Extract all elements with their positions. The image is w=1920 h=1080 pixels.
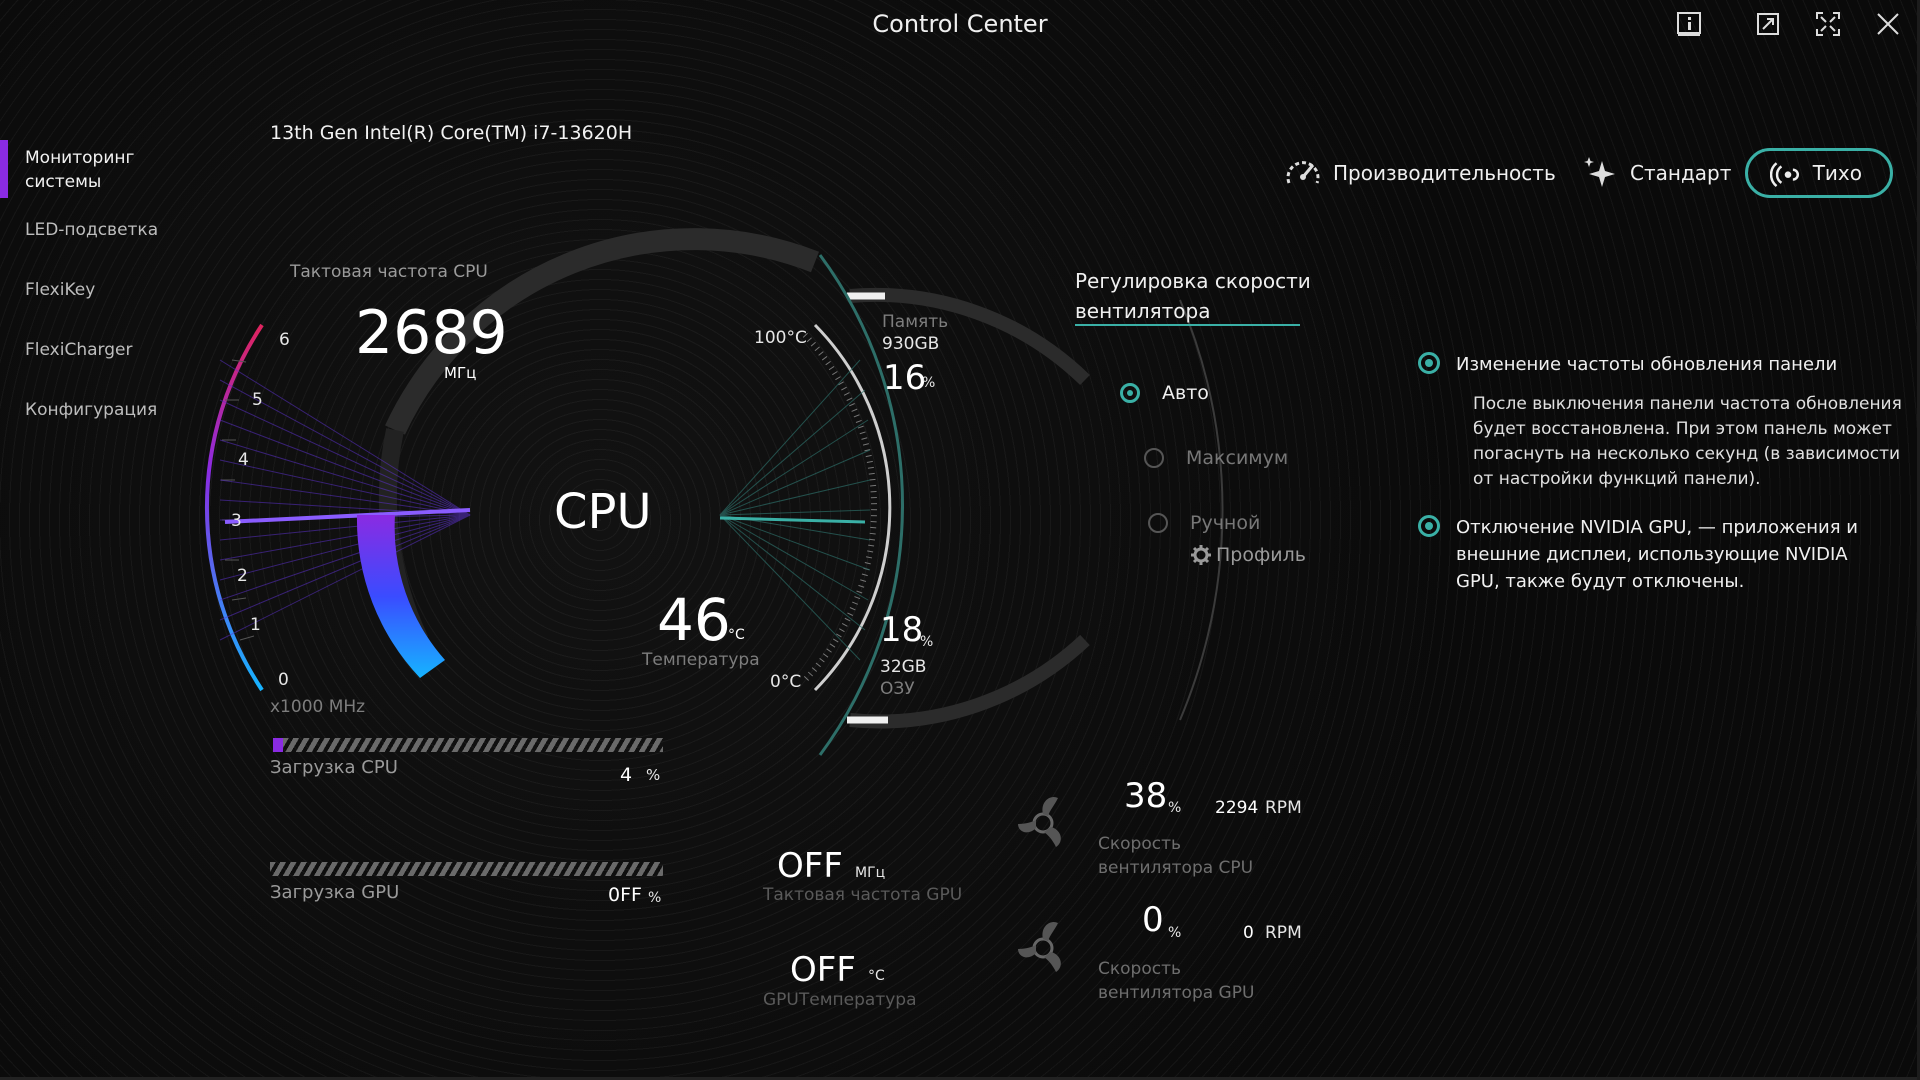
- fan-option-manual-label: Ручной: [1190, 512, 1261, 534]
- cpu-clock-fill: [356, 515, 445, 678]
- fan-profile-label: Профиль: [1216, 544, 1306, 566]
- gear-icon: [1191, 545, 1211, 565]
- memory-size: 930GB: [882, 334, 940, 354]
- cpu-fan-icon: [1018, 796, 1061, 847]
- memory-percent: 16: [883, 358, 927, 398]
- nvidia-gpu-option-title[interactable]: Отключение NVIDIA GPU, — приложения и вн…: [1456, 514, 1896, 595]
- cpu-load-label: Загрузка CPU: [270, 757, 398, 778]
- cpu-center-label: CPU: [554, 484, 652, 540]
- fan-option-auto-radio[interactable]: [1120, 383, 1140, 403]
- refresh-rate-option-title[interactable]: Изменение частоты обновления панели: [1456, 351, 1896, 378]
- scale-tick-2: 2: [237, 566, 248, 586]
- gpu-load-bar: [270, 862, 663, 876]
- gpu-temp-label: GPUТемпература: [763, 990, 917, 1010]
- cpu-clock-value: 2689: [355, 298, 508, 368]
- fan-option-auto[interactable]: Авто: [1120, 382, 1209, 404]
- temp-needle: [719, 516, 866, 524]
- gpu-load-value: 0FF: [608, 884, 642, 906]
- fan-control-title-underline: [1075, 324, 1300, 326]
- cpu-clock-label: Тактовая частота CPU: [290, 262, 488, 282]
- cpu-fan-label-line2: вентилятора CPU: [1098, 858, 1254, 878]
- gpu-load-unit: %: [648, 890, 662, 906]
- memory-percent-unit: %: [922, 375, 936, 391]
- scale-tick-5: 5: [252, 390, 263, 410]
- cpu-load-bar: [283, 738, 663, 752]
- cpu-load-fill: [273, 738, 283, 752]
- gpu-fan-icon: [1018, 921, 1061, 972]
- scale-tick-3: 3: [231, 511, 242, 531]
- ram-size: 32GB: [880, 657, 927, 677]
- ram-percent: 18: [880, 610, 924, 650]
- cpu-load-value: 4: [620, 764, 633, 786]
- refresh-rate-option-radio[interactable]: [1418, 352, 1440, 374]
- cpu-clock-unit: МГц: [444, 364, 477, 382]
- temp-scale-dots: [802, 332, 877, 683]
- memory-label: Память: [882, 312, 949, 332]
- scale-tick-1: 1: [250, 615, 261, 635]
- fan-profile-button[interactable]: Профиль: [1190, 544, 1306, 566]
- gpu-temp-value: OFF: [790, 950, 856, 990]
- fan-option-max-radio[interactable]: [1144, 448, 1164, 468]
- fan-option-manual[interactable]: Ручной: [1148, 512, 1260, 534]
- gpu-fan-label-line2: вентилятора GPU: [1098, 983, 1255, 1003]
- scale-tick-0: 0: [278, 670, 289, 690]
- temp-max-label: 100°C: [754, 328, 807, 348]
- fan-control-title: Регулировка скорости вентилятора: [1075, 266, 1311, 326]
- temp-rays: [719, 359, 871, 661]
- ram-label: ОЗУ: [880, 679, 915, 699]
- clock-scale-arc: [204, 323, 264, 692]
- cpu-temp-value: 46: [657, 586, 731, 654]
- cpu-temp-label: Температура: [642, 650, 760, 670]
- cpu-fan-label-line1: Скорость: [1098, 834, 1181, 854]
- cpu-fan-rpm: 2294: [1215, 798, 1259, 818]
- fan-control-title-line2: вентилятора: [1075, 299, 1211, 323]
- gpu-fan-rpm: 0: [1243, 923, 1254, 943]
- temp-scale-arc: [813, 323, 892, 692]
- cpu-fan-label: Скорость вентилятора CPU: [1098, 832, 1253, 880]
- fan-option-max-label: Максимум: [1186, 447, 1289, 469]
- gpu-clock-label: Тактовая частота GPU: [763, 885, 963, 905]
- fan-option-auto-label: Авто: [1162, 382, 1209, 404]
- cpu-fan-percent-unit: %: [1168, 800, 1182, 816]
- gpu-temp-unit: °C: [868, 968, 885, 984]
- gpu-fan-label-line1: Скорость: [1098, 959, 1181, 979]
- gpu-fan-label: Скорость вентилятора GPU: [1098, 957, 1254, 1005]
- cpu-load-unit: %: [646, 766, 661, 784]
- scale-tick-6: 6: [279, 330, 290, 350]
- fan-control-arc-outer: [1179, 299, 1224, 721]
- scale-unit-label: x1000 MHz: [270, 697, 366, 717]
- gpu-fan-percent: 0: [1142, 900, 1164, 940]
- temp-min-label: 0°C: [770, 672, 802, 692]
- gpu-load-label: Загрузка GPU: [270, 882, 400, 903]
- fan-option-manual-radio[interactable]: [1148, 513, 1168, 533]
- cpu-fan-rpm-unit: RPM: [1265, 798, 1302, 818]
- fan-control-title-line1: Регулировка скорости: [1075, 269, 1311, 293]
- nvidia-gpu-option-radio[interactable]: [1418, 515, 1440, 537]
- gpu-clock-unit: МГц: [855, 865, 886, 881]
- cpu-temp-unit: °C: [728, 627, 745, 643]
- scale-tick-4: 4: [238, 450, 249, 470]
- ram-percent-unit: %: [920, 634, 934, 650]
- refresh-rate-option-description: После выключения панели частота обновлен…: [1473, 394, 1902, 489]
- gpu-fan-rpm-unit: RPM: [1265, 923, 1302, 943]
- cpu-fan-percent: 38: [1124, 776, 1168, 816]
- fan-option-max[interactable]: Максимум: [1144, 447, 1288, 469]
- gpu-clock-value: OFF: [777, 846, 843, 886]
- gpu-fan-percent-unit: %: [1168, 925, 1182, 941]
